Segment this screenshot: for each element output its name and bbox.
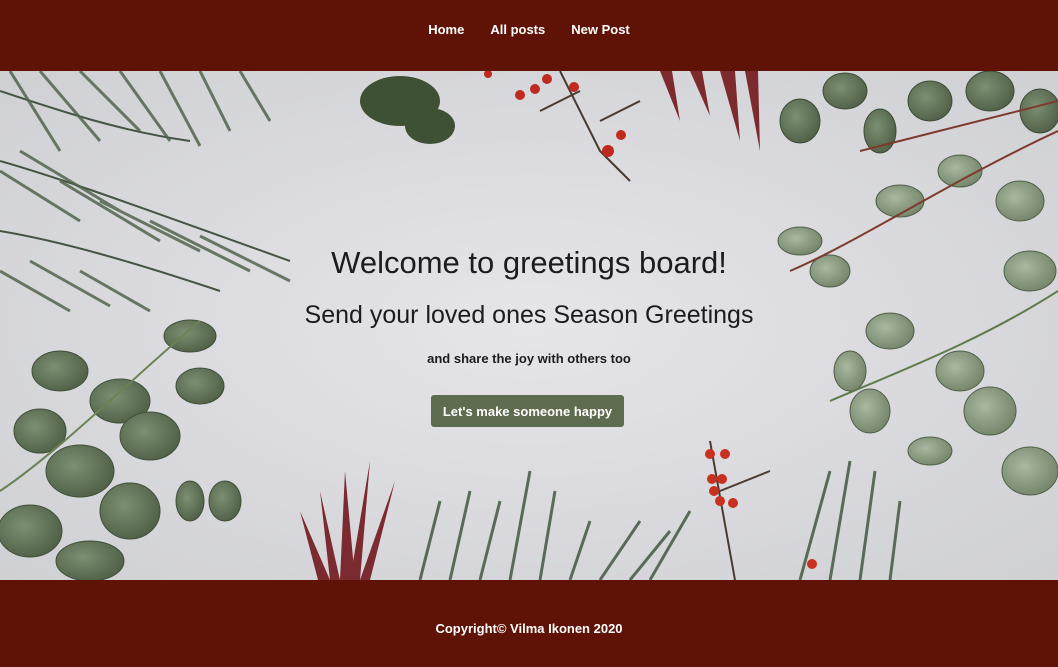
main-nav: Home All posts New Post (0, 22, 1058, 38)
make-someone-happy-button[interactable]: Let's make someone happy (431, 395, 624, 427)
page-footer: Copyright© Vilma Ikonen 2020 (0, 580, 1058, 667)
hero-tagline: and share the joy with others too (427, 351, 631, 366)
hero-banner: Welcome to greetings board! Send your lo… (0, 71, 1058, 580)
nav-new-post-link[interactable]: New Post (571, 22, 630, 38)
hero-subtitle: Send your loved ones Season Greetings (304, 301, 754, 329)
page-title: Welcome to greetings board! (331, 245, 727, 280)
nav-home-link[interactable]: Home (428, 22, 464, 38)
nav-all-posts-link[interactable]: All posts (490, 22, 545, 38)
copyright-text: Copyright© Vilma Ikonen 2020 (435, 621, 623, 636)
top-navbar: Home All posts New Post (0, 0, 1058, 71)
